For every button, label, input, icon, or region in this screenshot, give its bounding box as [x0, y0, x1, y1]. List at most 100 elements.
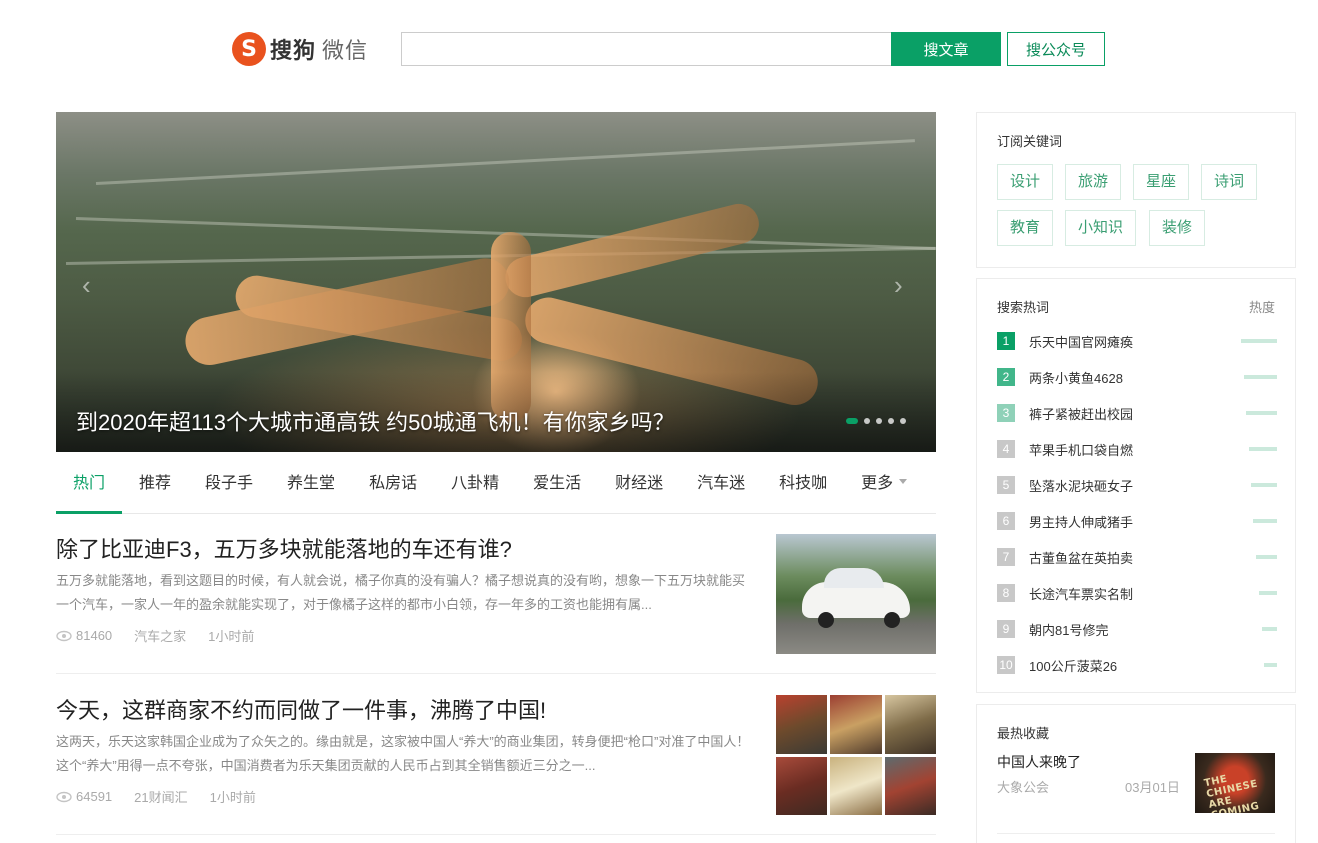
hot-search-item[interactable]: 9 朝内81号修完 [997, 611, 1277, 647]
article-summary: 这两天，乐天这家韩国企业成为了众矢之的。缘由就是，这家被中国人“养大”的商业集团… [56, 734, 750, 773]
hot-search-item[interactable]: 3 裤子紧被赶出校园 [997, 395, 1277, 431]
thumbnail-tile [776, 695, 828, 754]
search-input[interactable] [401, 32, 891, 66]
hot-search-item[interactable]: 2 两条小黄鱼4628 [997, 359, 1277, 395]
hot-search-text[interactable]: 苹果手机口袋自燃 [1029, 440, 1277, 459]
eye-icon [56, 630, 72, 641]
hot-search-item[interactable]: 8 长途汽车票实名制 [997, 575, 1277, 611]
article-title[interactable]: 今天，这群商家不约而同做了一件事，沸腾了中国! [56, 693, 756, 725]
article-item[interactable]: 除了比亚迪F3，五万多块就能落地的车还有谁? 五万多就能落地，看到这题目的时候，… [56, 514, 936, 674]
thumbnail-tile [830, 695, 882, 754]
heat-column-label: 热度 [1248, 300, 1275, 315]
tab-tech[interactable]: 科技咖 [762, 462, 844, 513]
hot-search-item[interactable]: 10 100公斤菠菜26 [997, 647, 1277, 683]
heat-bar [1253, 519, 1277, 523]
favorite-title[interactable]: 中国人来晚了 [997, 752, 1081, 772]
keyword-tag[interactable]: 设计 [997, 164, 1054, 200]
divider [997, 833, 1275, 834]
carousel-dot[interactable] [900, 418, 906, 424]
hot-search-text[interactable]: 坠落水泥块砸女子 [1029, 476, 1277, 495]
article-views: 81460 [56, 628, 112, 643]
hot-search-item[interactable]: 5 坠落水泥块砸女子 [997, 467, 1277, 503]
hot-search-panel: 搜索热词 热度 1 乐天中国官网瘫痪 2 两条小黄鱼4628 3 裤子紧被赶出校园 4 苹果手… [976, 278, 1296, 693]
article-time: 1小时前 [208, 629, 255, 644]
keyword-tag[interactable]: 小知识 [1065, 210, 1137, 246]
search-articles-button[interactable]: 搜文章 [891, 32, 1001, 66]
tab-hot[interactable]: 热门 [56, 462, 123, 514]
article-source[interactable]: 21财闻汇 [134, 787, 187, 806]
article-views: 64591 [56, 789, 112, 804]
top-favorites-panel: 最热收藏 中国人来晚了 大象公会 03月01日 THE CHINESE ARE … [976, 704, 1296, 843]
favorite-source[interactable]: 大象公会 [997, 777, 1049, 796]
hot-rank-badge: 7 [997, 548, 1015, 566]
keyword-tag[interactable]: 旅游 [1065, 164, 1122, 200]
hero-image-detail [95, 139, 915, 185]
tab-lifestyle[interactable]: 爱生活 [516, 462, 598, 513]
heat-bar [1262, 627, 1277, 631]
carousel-dot[interactable] [846, 418, 858, 424]
tab-finance[interactable]: 财经迷 [598, 462, 680, 513]
heat-bar [1251, 483, 1277, 487]
hero-caption[interactable]: 到2020年超113个大城市通高铁 约50城通飞机！有你家乡吗？ [76, 405, 675, 437]
article-thumbnail-grid[interactable] [776, 695, 936, 815]
hot-search-text[interactable]: 长途汽车票实名制 [1029, 584, 1277, 603]
article-time: 1小时前 [209, 790, 256, 805]
thumbnail-tile [884, 695, 936, 754]
hot-rank-badge: 3 [997, 404, 1015, 422]
carousel-indicators [846, 418, 906, 424]
carousel-dot[interactable] [876, 418, 882, 424]
tab-jokes[interactable]: 段子手 [188, 462, 270, 513]
hot-search-item[interactable]: 6 男主持人伸咸猪手 [997, 503, 1277, 539]
heat-bar [1264, 663, 1277, 667]
hero-carousel[interactable]: ‹ › 到2020年超113个大城市通高铁 约50城通飞机！有你家乡吗？ [56, 112, 936, 452]
hot-search-text[interactable]: 两条小黄鱼4628 [1029, 368, 1277, 387]
sogou-weixin-logo[interactable]: S 搜狗 微信 [232, 31, 368, 67]
category-tabs: 热门 推荐 段子手 养生堂 私房话 八卦精 爱生活 财经迷 汽车迷 科技咖 更多 [56, 462, 936, 514]
logo-sub-text: 微信 [322, 38, 369, 63]
search-accounts-button[interactable]: 搜公众号 [1007, 32, 1105, 66]
tab-cars[interactable]: 汽车迷 [680, 462, 762, 513]
subscribe-keywords-panel: 订阅关键词 设计 旅游 星座 诗词 教育 小知识 装修 [976, 112, 1296, 268]
hot-rank-badge: 5 [997, 476, 1015, 494]
tab-more[interactable]: 更多 [844, 462, 924, 513]
keyword-tag[interactable]: 装修 [1149, 210, 1206, 246]
hot-search-item[interactable]: 1 乐天中国官网瘫痪 [997, 323, 1277, 359]
article-source[interactable]: 汽车之家 [134, 626, 186, 645]
carousel-dot[interactable] [888, 418, 894, 424]
keyword-tag[interactable]: 教育 [997, 210, 1054, 246]
chevron-down-icon [899, 479, 908, 485]
keyword-tag[interactable]: 星座 [1133, 164, 1190, 200]
eye-icon [56, 791, 72, 802]
tab-private-talk[interactable]: 私房话 [352, 462, 434, 513]
hot-search-text[interactable]: 朝内81号修完 [1029, 620, 1277, 639]
hot-search-text[interactable]: 男主持人伸咸猪手 [1029, 512, 1277, 531]
favorite-thumbnail-text: THE CHINESE ARE COMING [1203, 773, 1261, 813]
carousel-next-icon[interactable]: › [894, 270, 903, 301]
header: S 搜狗 微信 搜文章 搜公众号 [0, 0, 1318, 100]
article-thumbnail[interactable] [776, 534, 936, 654]
article-title[interactable]: 除了比亚迪F3，五万多块就能落地的车还有谁? [56, 532, 756, 564]
article-item[interactable]: 今天，这群商家不约而同做了一件事，沸腾了中国! 这两天，乐天这家韩国企业成为了众… [56, 675, 936, 835]
hot-search-text[interactable]: 古董鱼盆在英拍卖 [1029, 548, 1277, 567]
heat-bar [1256, 555, 1277, 559]
favorite-date: 03月01日 [1125, 780, 1180, 795]
hot-search-item[interactable]: 4 苹果手机口袋自燃 [997, 431, 1277, 467]
tab-health[interactable]: 养生堂 [270, 462, 352, 513]
carousel-prev-icon[interactable]: ‹ [82, 270, 91, 301]
hot-search-item[interactable]: 7 古董鱼盆在英拍卖 [997, 539, 1277, 575]
tab-more-label: 更多 [861, 475, 894, 492]
panel-title: 搜索热词 [997, 300, 1050, 315]
panel-title: 订阅关键词 [997, 134, 1063, 149]
hot-search-text[interactable]: 裤子紧被赶出校园 [1029, 404, 1277, 423]
hot-rank-badge: 4 [997, 440, 1015, 458]
tab-gossip[interactable]: 八卦精 [434, 462, 516, 513]
favorite-thumbnail[interactable]: THE CHINESE ARE COMING [1195, 753, 1275, 813]
hot-search-text[interactable]: 100公斤菠菜26 [1029, 656, 1277, 675]
heat-bar [1259, 591, 1277, 595]
keyword-tag[interactable]: 诗词 [1201, 164, 1258, 200]
thumbnail-tile [776, 756, 828, 815]
article-view-count: 64591 [76, 789, 113, 804]
tab-recommended[interactable]: 推荐 [122, 462, 188, 513]
carousel-dot[interactable] [864, 418, 870, 424]
hot-search-text[interactable]: 乐天中国官网瘫痪 [1029, 332, 1277, 351]
